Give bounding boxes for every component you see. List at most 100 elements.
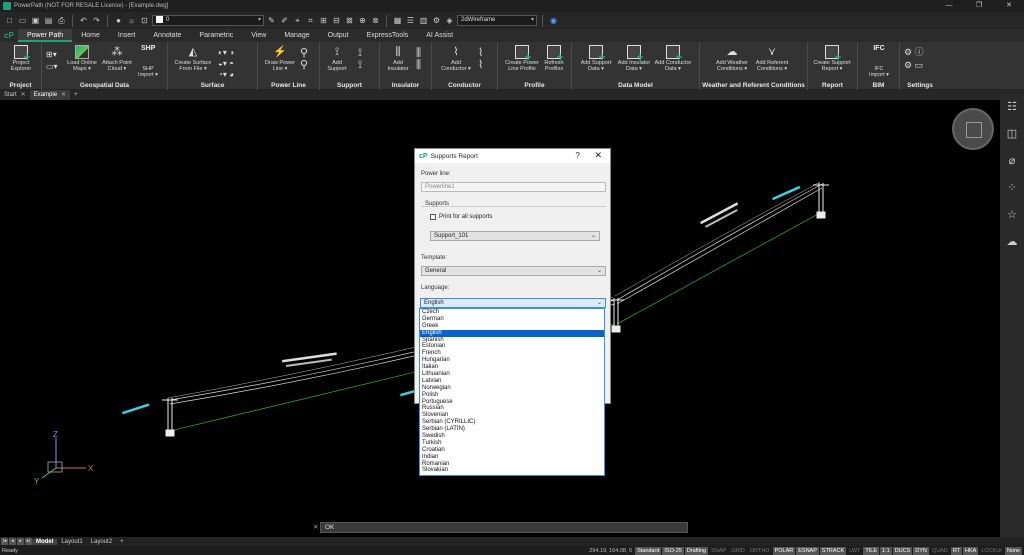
conductor-tool-icon-1[interactable]: ⌇ [478, 46, 498, 59]
language-option-russian[interactable]: Russian [420, 405, 604, 412]
status-toggle-drafting[interactable]: Drafting [684, 546, 709, 555]
first-layout-icon[interactable]: |◂ [1, 538, 8, 545]
status-toggle-lwt[interactable]: LWT [847, 547, 862, 555]
refresh-profiles-button[interactable]: Refresh Profiles [534, 45, 574, 72]
layer-bulb-icon[interactable]: ● [113, 15, 124, 26]
new-file-icon[interactable]: □ [4, 15, 15, 26]
pane-icon[interactable]: ▥ [418, 15, 429, 26]
command-line[interactable]: ✕ OK [313, 522, 688, 533]
close-window-button[interactable]: ✕ [994, 0, 1024, 12]
draw-power-line-button[interactable]: ⚡ Draw Power Line ▾ [260, 45, 300, 72]
status-toggle-quad[interactable]: QUAD [930, 547, 950, 555]
add-support-button[interactable]: ⟟ Add Support [317, 45, 357, 72]
language-option-serbian-cyrillic[interactable]: Serbian (CYRILLIC) [420, 419, 604, 426]
status-toggle-snap[interactable]: SNAP [709, 547, 728, 555]
status-toggle-lockui[interactable]: LOCKUI [979, 547, 1003, 555]
create-surface-button[interactable]: ◭ Create Surface From File ▾ [170, 45, 216, 72]
status-toggle-grid[interactable]: GRID [729, 547, 747, 555]
command-line-close-icon[interactable]: ✕ [313, 523, 318, 532]
tool-icon-8[interactable]: ⊗ [370, 15, 381, 26]
redo-icon[interactable]: ↷ [91, 15, 102, 26]
language-option-greek[interactable]: Greek [420, 323, 604, 330]
doc-tab-example[interactable]: Example ✕ [29, 90, 71, 100]
language-option-swedish[interactable]: Swedish [420, 433, 604, 440]
tab-manage[interactable]: Manage [275, 29, 318, 42]
add-conductor-data-button[interactable]: Add Conductor Data ▾ [653, 45, 693, 72]
minimize-button[interactable]: — [934, 0, 964, 12]
language-select[interactable]: English ⌄ [420, 298, 606, 308]
status-toggle-hka[interactable]: HKA [963, 546, 979, 555]
conductor-tool-icon-2[interactable]: ⌇ [478, 58, 498, 71]
language-option-spanish[interactable]: Spanish [420, 337, 604, 344]
new-tab-button[interactable]: + [70, 90, 82, 100]
cube-icon[interactable]: ◈ [444, 15, 455, 26]
tab-power-path[interactable]: Power Path [18, 29, 73, 42]
help-icon[interactable]: ◉ [548, 15, 559, 26]
language-option-slovakian[interactable]: Slovakian [420, 467, 604, 474]
grid-icon[interactable]: ▦ [392, 15, 403, 26]
close-example-tab-icon[interactable]: ✕ [61, 92, 66, 98]
status-toggle-iso-25[interactable]: ISO-25 [662, 546, 684, 555]
shp-import-button[interactable]: SHP SHP Import ▾ [128, 45, 168, 78]
tab-annotate[interactable]: Annotate [144, 29, 190, 42]
ifc-import-button[interactable]: IFC IFC Import ▾ [859, 45, 899, 78]
last-layout-icon[interactable]: ▸| [25, 538, 32, 545]
language-option-croatian[interactable]: Croatian [420, 447, 604, 454]
surface-tool-icon-1[interactable]: ◐▾ ◑ [218, 46, 238, 57]
layer-combo[interactable]: 0 [152, 15, 264, 26]
language-option-slovenian[interactable]: Slovenian [420, 412, 604, 419]
language-option-french[interactable]: French [420, 350, 604, 357]
surface-tool-icon-3[interactable]: ◔▾ ◕ [218, 68, 238, 79]
tool-icon-1[interactable]: ✐ [279, 15, 290, 26]
attachment-icon[interactable]: ⌀ [1000, 148, 1024, 175]
tab-ai-assist[interactable]: AI Assist [417, 29, 462, 42]
add-insulator-data-button[interactable]: Add Insulator Data ▾ [614, 45, 654, 72]
status-toggle-dyn[interactable]: DYN [913, 546, 929, 555]
language-option-romanian[interactable]: Romanian [420, 461, 604, 468]
status-toggle-standard[interactable]: Standard [635, 546, 662, 555]
language-option-norwegian[interactable]: Norwegian [420, 385, 604, 392]
settings-icon-1[interactable]: ⚙ ⓘ [904, 45, 924, 57]
status-toggle-none[interactable]: None [1004, 546, 1022, 555]
list-icon[interactable]: ☰ [405, 15, 416, 26]
status-toggle-esnap[interactable]: ESNAP [796, 546, 819, 555]
language-option-german[interactable]: German [420, 316, 604, 323]
tab-insert[interactable]: Insert [109, 29, 145, 42]
language-option-italian[interactable]: Italian [420, 364, 604, 371]
settings-gear-icon[interactable]: ⚙ [431, 15, 442, 26]
blocks-icon[interactable]: ⁘ [1000, 175, 1024, 202]
status-toggle-ducs[interactable]: DUCS [892, 546, 913, 555]
language-option-indian[interactable]: Indian [420, 454, 604, 461]
save-icon[interactable]: ▣ [30, 15, 41, 26]
add-support-data-button[interactable]: Add Support Data ▾ [576, 45, 616, 72]
tab-view[interactable]: View [242, 29, 275, 42]
add-weather-conditions-button[interactable]: ☁ Add Weather Conditions ▾ [712, 45, 752, 72]
cloud-upload-icon[interactable]: ☁ [1000, 229, 1024, 256]
sliders-icon[interactable]: ☷ [1000, 94, 1024, 121]
prev-layout-icon[interactable]: ◂ [9, 538, 16, 545]
language-option-hungarian[interactable]: Hungarian [420, 357, 604, 364]
tool-icon-4[interactable]: ⊞ [318, 15, 329, 26]
status-toggle-1-1[interactable]: 1:1 [880, 546, 892, 555]
dialog-help-button[interactable]: ? [576, 151, 580, 160]
settings-icon-2[interactable]: ⚙ ▭ [904, 58, 924, 70]
add-insulator-button[interactable]: ⫼ Add Insulator [378, 45, 418, 72]
undo-icon[interactable]: ↶ [78, 15, 89, 26]
add-layout-button[interactable]: + [116, 539, 128, 545]
language-option-portuguese[interactable]: Portuguese [420, 399, 604, 406]
template-select[interactable]: General ⌄ [421, 266, 606, 276]
load-online-maps-button[interactable]: Load Online Maps ▾ [62, 45, 102, 72]
layout-tab-layout1[interactable]: Layout1 [57, 539, 86, 545]
create-support-report-button[interactable]: Create Support Report ▾ [812, 45, 852, 72]
maximize-button[interactable]: ❐ [964, 0, 994, 12]
visual-style-combo[interactable]: 2dWireframe [457, 15, 537, 26]
status-toggle-rt[interactable]: RT [950, 546, 963, 555]
status-toggle-ortho[interactable]: ORTHO [748, 547, 772, 555]
tool-icon-7[interactable]: ⊕ [357, 15, 368, 26]
layout-tab-layout2[interactable]: Layout2 [87, 539, 116, 545]
close-start-tab-icon[interactable]: ✕ [21, 92, 26, 98]
support-tool-icon-2[interactable]: ⟟ [358, 58, 378, 71]
star-icon[interactable]: ☆ [1000, 202, 1024, 229]
match-properties-icon[interactable]: ✎ [266, 15, 277, 26]
status-toggle-tile[interactable]: TILE [863, 546, 880, 555]
